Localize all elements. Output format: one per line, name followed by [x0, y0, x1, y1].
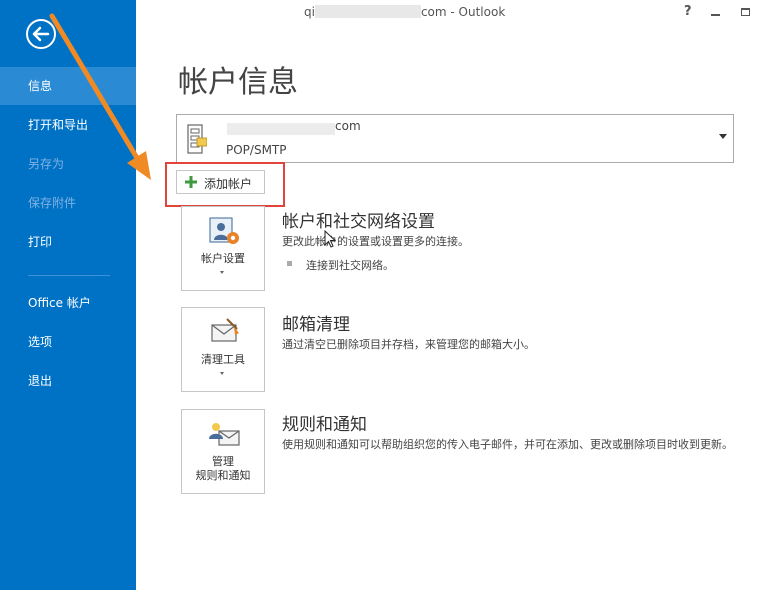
account-server-icon [187, 124, 207, 154]
rules-and-alerts-label: 规则和通知 [195, 469, 251, 482]
rules-alerts-icon [209, 423, 240, 446]
manage-label: 管理 [212, 455, 234, 468]
caret-down-icon [220, 372, 224, 375]
nav-item-options[interactable]: 选项 [0, 323, 136, 361]
account-type: POP/SMTP [226, 143, 287, 157]
page-title: 帐户信息 [178, 65, 298, 100]
account-selector[interactable]: com POP/SMTP [176, 114, 734, 163]
nav-item-print[interactable]: 打印 [0, 223, 136, 261]
cleanup-tools-button[interactable]: 清理工具 [181, 307, 265, 392]
cleanup-tools-icon [211, 318, 239, 342]
window-title-prefix: qi [304, 5, 315, 19]
minimize-button[interactable] [711, 14, 720, 16]
nav-item-save-attachments[interactable]: 保存附件 [0, 184, 136, 222]
rules-alerts-description: 使用规则和通知可以帮助组织您的传入电子邮件，并可在添加、更改或删除项目时收到更新… [282, 438, 733, 451]
nav-item-info[interactable]: 信息 [0, 67, 136, 105]
connect-social-networks-link[interactable]: 连接到社交网络。 [306, 257, 394, 273]
account-settings-label: 帐户设置 [201, 252, 245, 265]
account-settings-button[interactable]: 帐户设置 [181, 206, 265, 291]
bullet-icon [287, 261, 292, 266]
redacted-email [314, 5, 421, 18]
nav-item-office-account[interactable]: Office 帐户 [0, 284, 136, 322]
mouse-cursor-icon [324, 230, 336, 248]
chevron-down-icon [719, 134, 727, 139]
account-email-suffix: com [335, 119, 361, 133]
plus-icon [185, 176, 197, 188]
caret-down-icon [220, 271, 224, 274]
cleanup-tools-label: 清理工具 [201, 353, 245, 366]
account-settings-icon [209, 217, 239, 244]
window-title: qi com - Outlook [304, 5, 505, 19]
account-settings-description: 更改此帐户的设置或设置更多的连接。 [282, 235, 469, 248]
back-arrow-icon [32, 26, 50, 42]
manage-rules-button[interactable]: 管理 规则和通知 [181, 409, 265, 494]
mailbox-cleanup-title: 邮箱清理 [282, 315, 350, 335]
backstage-sidebar: 信息 打开和导出 另存为 保存附件 打印 Office 帐户 选项 退出 [0, 0, 136, 590]
add-account-label: 添加帐户 [204, 177, 253, 191]
redacted-email-address [227, 123, 335, 135]
nav-divider [28, 275, 110, 276]
maximize-button[interactable] [741, 8, 750, 16]
account-settings-title: 帐户和社交网络设置 [282, 212, 435, 232]
rules-alerts-title: 规则和通知 [282, 415, 367, 435]
nav-item-exit[interactable]: 退出 [0, 362, 136, 400]
back-button[interactable] [26, 19, 56, 49]
help-button[interactable]: ? [684, 4, 692, 19]
add-account-button[interactable]: 添加帐户 [176, 170, 265, 194]
mailbox-cleanup-description: 通过清空已删除项目并存档，来管理您的邮箱大小。 [282, 338, 535, 351]
nav-item-open-export[interactable]: 打开和导出 [0, 106, 136, 144]
window-title-suffix: com - Outlook [420, 5, 506, 19]
nav-item-save-as[interactable]: 另存为 [0, 145, 136, 183]
